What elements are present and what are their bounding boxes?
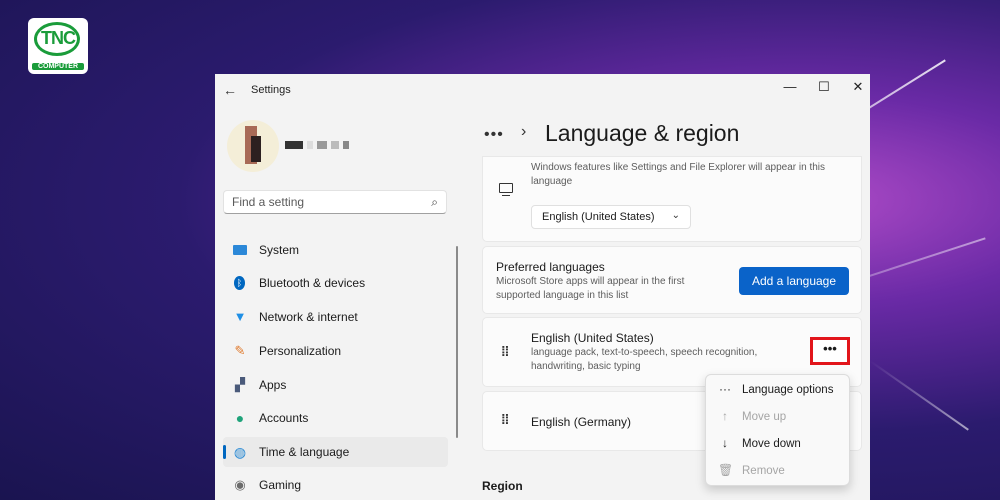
back-arrow-icon[interactable]: ← [223, 82, 237, 98]
preferred-languages-title: Preferred languages [496, 260, 605, 274]
monitor-icon [499, 183, 513, 196]
language-name: English (Germany) [531, 415, 632, 429]
sidebar-item-time-language[interactable]: ◍ Time & language [223, 437, 448, 467]
active-indicator [223, 445, 226, 459]
apps-icon: ▞ [235, 377, 245, 392]
sidebar-scrollbar[interactable] [456, 246, 458, 438]
close-button[interactable]: ✕ [843, 76, 870, 98]
arrow-down-icon: ↓ [722, 436, 728, 450]
sidebar-item-apps[interactable]: ▞ Apps [223, 370, 448, 400]
search-icon[interactable]: ⌕ [431, 195, 438, 210]
add-language-button[interactable]: Add a language [739, 267, 849, 295]
background-beam [869, 360, 969, 431]
drag-handle-icon[interactable]: ⁞⁞ [501, 344, 509, 358]
sidebar-item-label: Time & language [259, 445, 350, 459]
menu-item-remove[interactable]: 🗑 Remove [706, 458, 849, 484]
breadcrumb-separator-icon: › [521, 123, 527, 140]
gamepad-icon: ◉ [234, 477, 246, 492]
breadcrumb-more-button[interactable]: ••• [484, 126, 504, 144]
page-title: Language & region [545, 120, 740, 146]
bluetooth-icon: ᛒ [234, 276, 245, 290]
menu-item-label: Remove [742, 465, 785, 477]
more-icon: ··· [719, 382, 731, 396]
sidebar-item-label: Accounts [259, 411, 309, 425]
menu-item-language-options[interactable]: ··· Language options [706, 377, 849, 403]
title-bar: ← Settings — ☐ ✕ [215, 74, 870, 106]
sidebar-item-gaming[interactable]: ◉ Gaming [223, 470, 448, 500]
windows-display-language-card: Windows features like Settings and File … [482, 156, 862, 242]
minimize-button[interactable]: — [775, 76, 805, 98]
avatar[interactable] [227, 120, 279, 172]
display-language-description: Windows features like Settings and File … [531, 162, 826, 187]
sidebar-item-accounts[interactable]: ● Accounts [223, 403, 448, 433]
arrow-up-icon: ↑ [722, 409, 728, 423]
display-language-dropdown[interactable]: English (United States) ⌄ [531, 205, 691, 229]
dropdown-value: English (United States) [542, 211, 655, 223]
menu-item-move-up[interactable]: ↑ Move up [706, 404, 849, 430]
trash-icon: 🗑 [718, 463, 734, 477]
search-input[interactable] [232, 195, 422, 209]
menu-item-label: Move down [742, 438, 801, 450]
menu-item-label: Move up [742, 411, 787, 423]
language-more-options-button[interactable]: ••• [810, 337, 850, 365]
sidebar-item-label: Personalization [259, 344, 342, 358]
sidebar-item-system[interactable]: System [223, 235, 448, 265]
preferred-languages-description: Microsoft Store apps will appear in the … [496, 276, 685, 301]
preferred-languages-card: Preferred languages Microsoft Store apps… [482, 246, 862, 314]
wifi-icon: ▼ [233, 309, 247, 324]
system-icon [233, 245, 247, 255]
brush-icon: ✎ [234, 343, 246, 358]
menu-item-label: Language options [742, 384, 834, 396]
logo-brand: TNC [41, 28, 76, 48]
menu-item-move-down[interactable]: ↓ Move down [706, 431, 849, 457]
maximize-button[interactable]: ☐ [809, 76, 839, 98]
language-context-menu: ··· Language options ↑ Move up ↓ Move do… [705, 374, 850, 486]
sidebar-item-label: Network & internet [259, 310, 358, 324]
sidebar-item-label: Apps [259, 378, 287, 392]
chevron-down-icon: ⌄ [671, 210, 680, 221]
sidebar-item-personalization[interactable]: ✎ Personalization [223, 336, 448, 366]
drag-handle-icon[interactable]: ⁞⁞ [501, 412, 509, 426]
app-title: Settings [251, 84, 291, 96]
language-features: language pack, text-to-speech, speech re… [531, 347, 758, 372]
search-box[interactable]: ⌕ [223, 190, 447, 214]
settings-window: ← Settings — ☐ ✕ ⌕ System ᛒ Bluetooth & … [215, 74, 870, 500]
user-name-redacted [285, 136, 353, 149]
sidebar-item-bluetooth[interactable]: ᛒ Bluetooth & devices [223, 268, 448, 298]
sidebar-item-label: System [259, 243, 300, 257]
accounts-icon: ● [235, 410, 245, 426]
language-name: English (United States) [531, 331, 654, 345]
region-section-heading: Region [482, 479, 523, 493]
globe-clock-icon: ◍ [233, 444, 247, 460]
sidebar-item-network[interactable]: ▼ Network & internet [223, 302, 448, 332]
logo-subtitle: COMPUTER [32, 63, 84, 70]
sidebar-item-label: Gaming [259, 478, 302, 492]
sidebar-item-label: Bluetooth & devices [259, 276, 366, 290]
tnc-computer-logo: TNC COMPUTER [28, 18, 88, 74]
